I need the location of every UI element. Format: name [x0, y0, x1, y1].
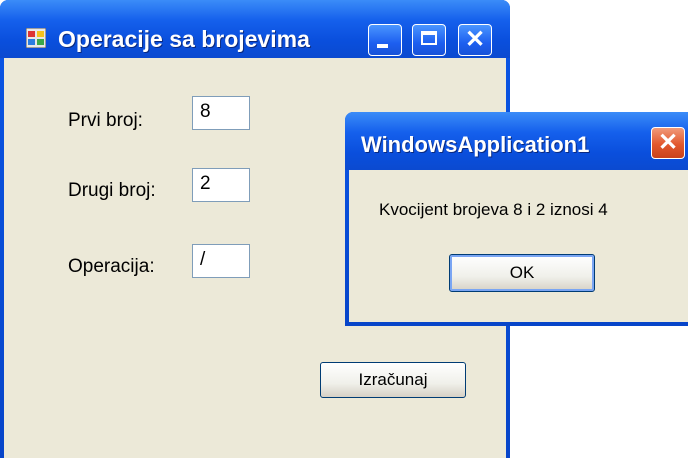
- second-number-label: Drugi broj:: [68, 180, 156, 201]
- minimize-icon: [377, 44, 388, 48]
- close-icon: ✕: [657, 129, 679, 156]
- message-box-titlebar[interactable]: WindowsApplication1 ✕: [345, 112, 688, 170]
- message-text: Kvocijent brojeva 8 i 2 iznosi 4: [379, 200, 608, 219]
- app-window-icon: [26, 28, 46, 48]
- message-box-title: WindowsApplication1: [361, 132, 590, 157]
- operation-label: Operacija:: [68, 256, 155, 277]
- close-button[interactable]: ✕: [458, 24, 492, 56]
- window-title: Operacije sa brojevima: [58, 26, 310, 52]
- operation-input[interactable]: /: [192, 244, 250, 278]
- maximize-button[interactable]: [412, 24, 446, 56]
- ok-button[interactable]: OK: [449, 254, 595, 292]
- minimize-button[interactable]: [368, 24, 402, 56]
- first-number-input[interactable]: 8: [192, 96, 250, 130]
- message-box: WindowsApplication1 ✕ Kvocijent brojeva …: [345, 112, 688, 326]
- close-icon: ✕: [464, 26, 486, 53]
- maximize-icon: [421, 31, 437, 45]
- second-number-input[interactable]: 2: [192, 168, 250, 202]
- main-titlebar[interactable]: Operacije sa brojevima ✕: [0, 0, 510, 58]
- message-box-body: Kvocijent brojeva 8 i 2 iznosi 4 OK: [349, 170, 688, 322]
- calculate-button[interactable]: Izračunaj: [320, 362, 466, 398]
- first-number-label: Prvi broj:: [68, 110, 143, 131]
- message-box-close-button[interactable]: ✕: [651, 127, 685, 159]
